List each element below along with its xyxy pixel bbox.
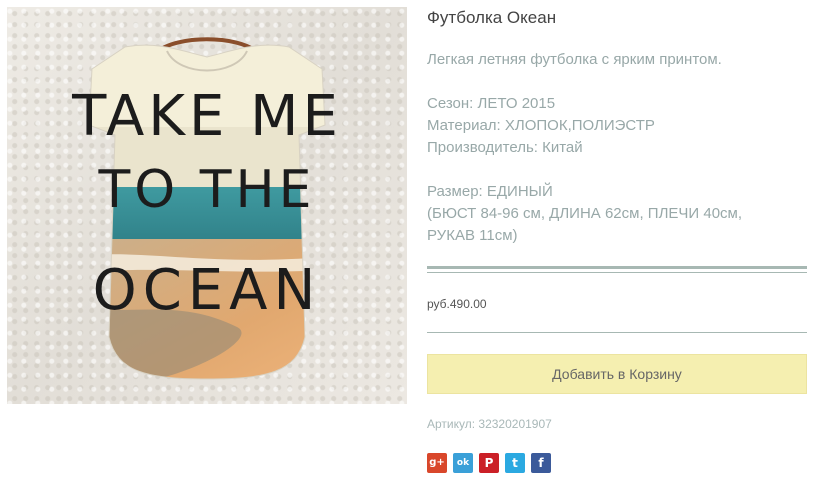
divider (427, 332, 807, 333)
social-share-bar: g+ ok P t f (427, 453, 551, 473)
material-spec: Материал: ХЛОПОК,ПОЛИЭСТР (427, 117, 655, 134)
tshirt-illustration: TAKE ME TO THE OCEAN (71, 37, 342, 380)
product-price: руб.490.00 (427, 297, 487, 311)
pinterest-icon[interactable]: P (479, 453, 499, 473)
google-plus-icon[interactable]: g+ (427, 453, 447, 473)
manufacturer-spec: Производитель: Китай (427, 139, 583, 156)
size-spec: Размер: ЕДИНЫЙ (427, 183, 553, 200)
size-detail-line2: РУКАВ 11см) (427, 227, 518, 244)
divider (427, 266, 807, 273)
product-image[interactable]: TAKE ME TO THE OCEAN (7, 7, 407, 404)
add-to-cart-button[interactable]: Добавить в Корзину (427, 354, 807, 394)
season-spec: Сезон: ЛЕТО 2015 (427, 95, 556, 112)
facebook-icon[interactable]: f (531, 453, 551, 473)
size-detail-line1: (БЮСТ 84-96 см, ДЛИНА 62см, ПЛЕЧИ 40см, (427, 205, 743, 222)
print-line-2: TO THE (98, 160, 316, 220)
twitter-icon[interactable]: t (505, 453, 525, 473)
product-title: Футболка Океан (427, 8, 557, 27)
product-sku: Артикул: 32320201907 (427, 417, 552, 431)
odnoklassniki-icon[interactable]: ok (453, 453, 473, 473)
print-line-3: OCEAN (93, 258, 322, 323)
product-description: Легкая летняя футболка с ярким принтом. (427, 51, 722, 68)
print-line-1: TAKE ME (71, 84, 342, 149)
